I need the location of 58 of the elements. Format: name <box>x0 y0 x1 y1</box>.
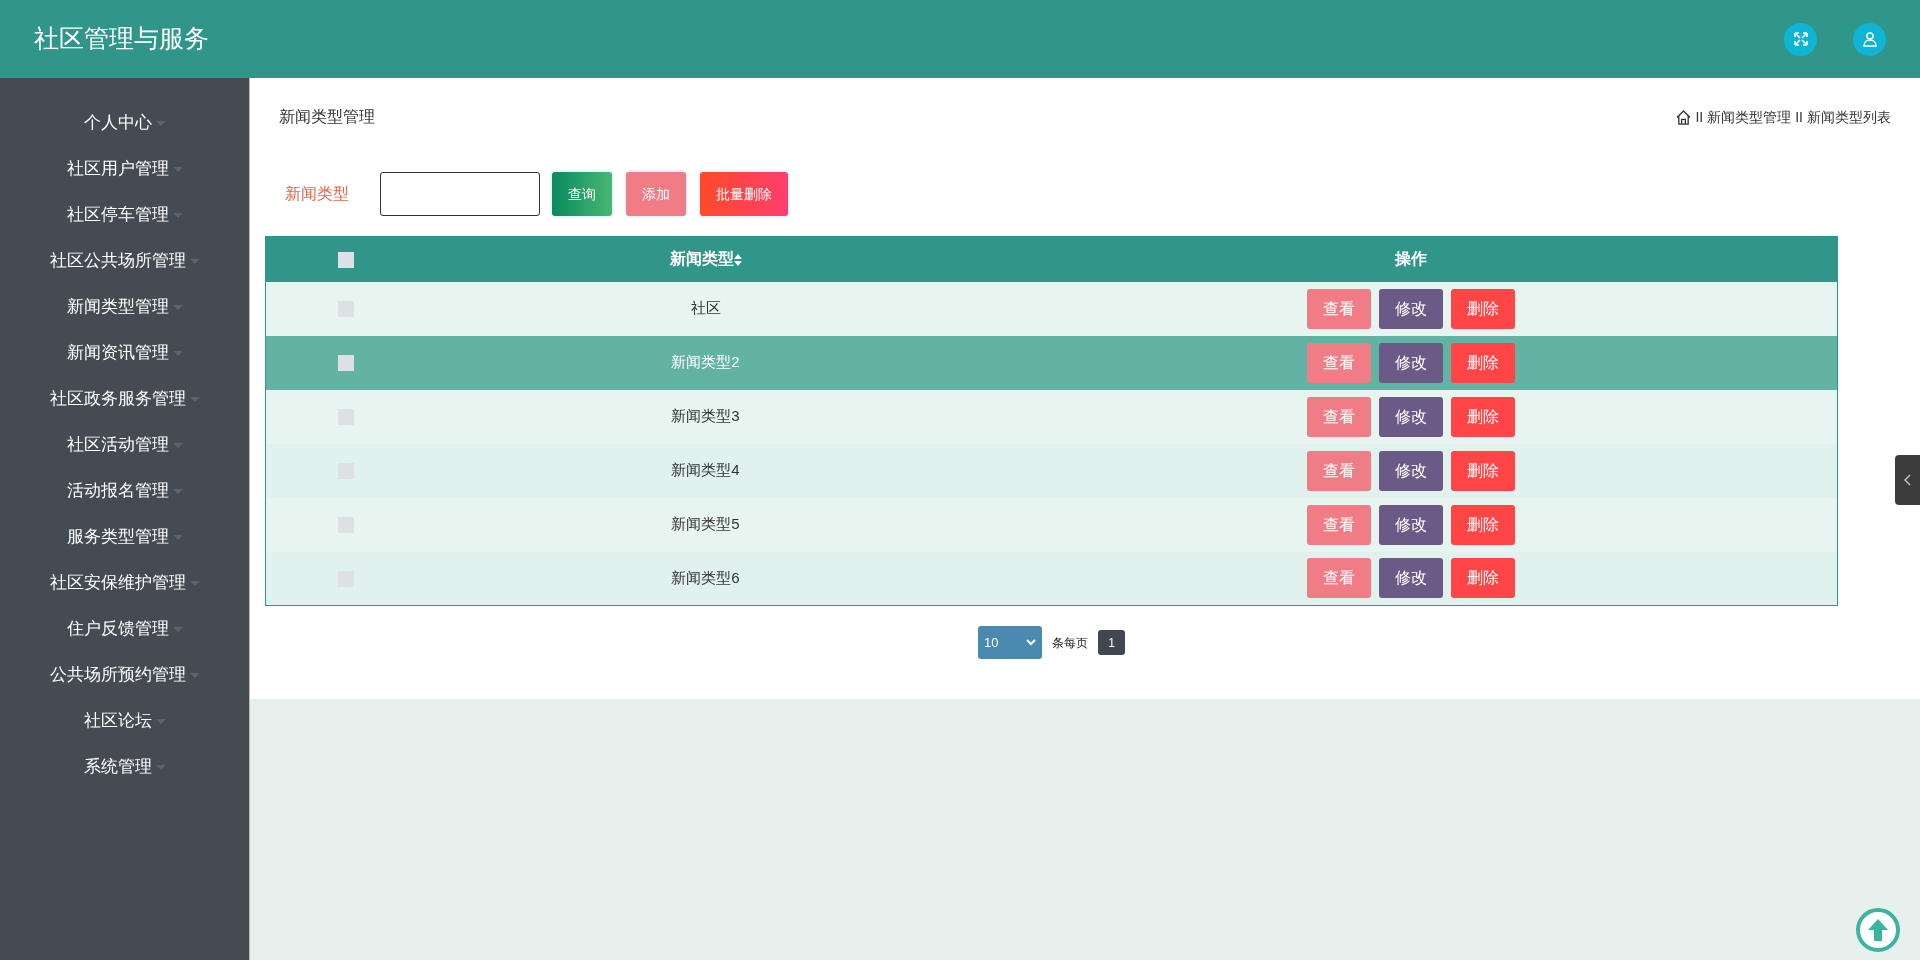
sidebar-item[interactable]: 个人中心 <box>0 100 249 146</box>
sidebar-item[interactable]: 服务类型管理 <box>0 514 249 560</box>
table-cell: 新闻类型5 <box>671 515 740 533</box>
edit-button[interactable]: 修改 <box>1379 396 1444 437</box>
delete-button[interactable]: 删除 <box>1451 558 1516 599</box>
page-size-select[interactable]: 10 <box>978 626 1042 659</box>
sidebar-item[interactable]: 社区停车管理 <box>0 192 249 238</box>
edit-button[interactable]: 修改 <box>1379 450 1444 491</box>
breadcrumb-item[interactable]: 新闻类型列表 <box>1807 106 1891 128</box>
table-cell: 新闻类型3 <box>671 407 740 425</box>
edit-button[interactable]: 修改 <box>1379 288 1444 329</box>
column-header: 操作 <box>1395 250 1428 268</box>
user-icon[interactable] <box>1853 22 1886 56</box>
search-label: 新闻类型 <box>284 184 350 204</box>
sidebar-item[interactable]: 社区用户管理 <box>0 146 249 192</box>
edit-button[interactable]: 修改 <box>1379 558 1444 599</box>
table-cell: 新闻类型6 <box>671 569 740 586</box>
sidebar-item[interactable]: 社区政务服务管理 <box>0 376 249 422</box>
sidebar-item[interactable]: 公共场所预约管理 <box>0 652 249 698</box>
delete-button[interactable]: 删除 <box>1451 450 1516 491</box>
batch-delete-button[interactable]: 批量删除 <box>700 172 788 216</box>
table-cell: 新闻类型4 <box>671 461 740 479</box>
chevron-left-icon <box>1903 474 1912 486</box>
delete-button[interactable]: 删除 <box>1451 504 1516 545</box>
home-icon[interactable] <box>1676 109 1692 125</box>
fullscreen-icon[interactable] <box>1784 22 1817 56</box>
sidebar-item[interactable]: 社区安保维护管理 <box>0 560 249 606</box>
app-title: 社区管理与服务 <box>34 23 209 55</box>
column-header[interactable]: 新闻类型 <box>669 250 734 268</box>
sidebar-item[interactable]: 社区活动管理 <box>0 422 249 468</box>
page-button[interactable]: 1 <box>1098 630 1125 655</box>
edit-button[interactable]: 修改 <box>1379 504 1444 545</box>
chevron-down-icon <box>1026 639 1036 646</box>
table-cell: 社区 <box>690 299 721 317</box>
sidebar-item[interactable]: 新闻资讯管理 <box>0 330 249 376</box>
edit-button[interactable]: 修改 <box>1379 342 1444 383</box>
delete-button[interactable]: 删除 <box>1451 396 1516 437</box>
sidebar-item[interactable]: 系统管理 <box>0 744 249 790</box>
collapse-tab[interactable] <box>1895 455 1920 505</box>
select-all-checkbox[interactable] <box>337 252 354 268</box>
delete-button[interactable]: 删除 <box>1451 342 1516 383</box>
back-to-top-icon[interactable] <box>1856 908 1900 952</box>
page-title: 新闻类型管理 <box>279 107 375 127</box>
per-page-label: 条每页 <box>1052 634 1088 652</box>
breadcrumb-item[interactable]: 新闻类型管理 <box>1707 106 1792 128</box>
breadcrumb-separator: II <box>1795 107 1803 127</box>
breadcrumb-separator: II <box>1695 107 1704 127</box>
sort-icon[interactable] <box>733 254 742 266</box>
sidebar-item[interactable]: 住户反馈管理 <box>0 606 249 652</box>
sidebar-item[interactable]: 社区公共场所管理 <box>0 238 249 284</box>
sidebar-item[interactable]: 社区论坛 <box>0 698 249 744</box>
row-checkbox[interactable] <box>337 355 354 372</box>
sidebar-item[interactable]: 活动报名管理 <box>0 468 249 514</box>
search-button[interactable]: 查询 <box>552 172 612 216</box>
delete-button[interactable]: 删除 <box>1451 288 1516 329</box>
sidebar-item[interactable]: 新闻类型管理 <box>0 284 249 330</box>
search-field[interactable] <box>380 172 540 216</box>
table-cell: 新闻类型2 <box>671 353 740 371</box>
